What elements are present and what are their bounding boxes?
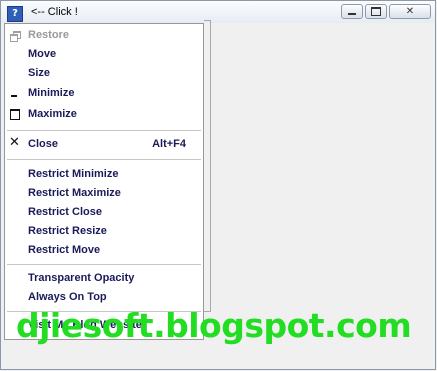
menu-item-close[interactable]: ✕ Close Alt+F4 (5, 135, 203, 153)
menu-item-restrict-move[interactable]: Restrict Move (5, 241, 203, 259)
menu-item-minimize[interactable]: Minimize (5, 84, 203, 102)
minimize-icon (11, 95, 17, 97)
menu-item-label: Move (28, 48, 57, 60)
window-title: <-- Click ! (31, 6, 78, 18)
title-bar[interactable]: ? <-- Click ! ✕ (1, 1, 435, 23)
maximize-icon (10, 109, 20, 120)
menu-item-move[interactable]: Move (5, 45, 203, 63)
close-icon: ✕ (9, 135, 20, 150)
menu-item-label: Restrict Move (28, 244, 101, 256)
system-menu: Restore Move Size Minimize Maximize ✕ Cl… (4, 23, 204, 340)
restore-icon (10, 31, 21, 42)
maximize-button[interactable] (365, 4, 387, 19)
menu-item-accelerator: Alt+F4 (152, 138, 186, 150)
menu-item-label: Maximize (28, 108, 77, 120)
menu-item-label: Always On Top (28, 291, 107, 303)
menu-item-restrict-close[interactable]: Restrict Close (5, 203, 203, 221)
menu-item-restore[interactable]: Restore (5, 26, 203, 44)
close-button[interactable]: ✕ (389, 4, 431, 19)
question-icon[interactable]: ? (7, 6, 23, 22)
minimize-icon (348, 13, 356, 15)
close-icon: ✕ (405, 6, 415, 17)
menu-separator (7, 159, 201, 160)
menu-item-label: Restrict Close (28, 206, 102, 218)
menu-item-label: Minimize (28, 87, 75, 99)
menu-item-restrict-maximize[interactable]: Restrict Maximize (5, 184, 203, 202)
menu-item-label: Restrict Resize (28, 225, 107, 237)
menu-item-label: Close (28, 138, 58, 150)
menu-item-maximize[interactable]: Maximize (5, 105, 203, 123)
menu-item-size[interactable]: Size (5, 64, 203, 82)
menu-item-label: Transparent Opacity (28, 272, 135, 284)
maximize-icon (371, 7, 381, 16)
menu-item-transparent-opacity[interactable]: Transparent Opacity (5, 269, 203, 287)
background-groupbox (204, 20, 211, 312)
menu-item-label: Restrict Minimize (28, 168, 119, 180)
minimize-button[interactable] (341, 4, 363, 19)
menu-item-label: Restrict Maximize (28, 187, 121, 199)
watermark-text: djiesoft.blogspot.com (16, 306, 412, 345)
menu-item-label: Size (28, 67, 51, 79)
menu-separator (7, 264, 201, 265)
menu-item-restrict-resize[interactable]: Restrict Resize (5, 222, 203, 240)
menu-item-label: Restore (28, 29, 69, 41)
menu-item-restrict-minimize[interactable]: Restrict Minimize (5, 165, 203, 183)
menu-item-always-on-top[interactable]: Always On Top (5, 288, 203, 306)
menu-separator (7, 130, 201, 131)
